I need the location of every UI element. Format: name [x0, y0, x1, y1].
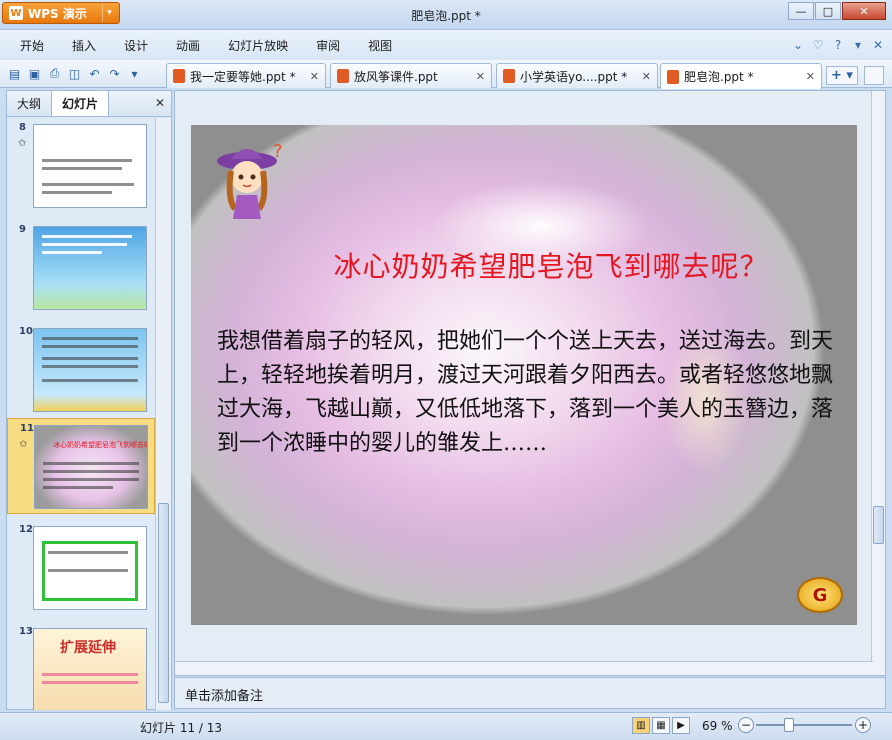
thumbnail-list: 8 ✩ 9 10 11 ✩ 冰心奶奶希望肥皂泡飞到哪去呢？ 12 13 扩展延伸 [7, 118, 155, 710]
undo-icon[interactable]: ↶ [86, 65, 103, 82]
menu-slideshow[interactable]: 幻灯片放映 [214, 37, 302, 54]
zoom-level: 69 % [702, 719, 733, 733]
minimize-button[interactable]: — [788, 2, 814, 20]
maximize-button[interactable]: □ [815, 2, 841, 20]
slideshow-view-icon[interactable]: ▶ [672, 717, 690, 734]
collapse-ribbon-icon[interactable]: ⌄ [790, 37, 806, 53]
slide-counter: 幻灯片 11 / 13 [140, 721, 223, 735]
slide-thumbnail-10[interactable]: 10 [7, 322, 155, 418]
help-icon[interactable]: ? [830, 37, 846, 53]
thumbnail-image: 扩展延伸 [33, 628, 147, 710]
slide-thumbnail-9[interactable]: 9 [7, 220, 155, 316]
tab-bar: ▤ ▣ ⎙ ◫ ↶ ↷ ▾ 我一定要等她.ppt * ✕ 放风筝课件.ppt ✕… [0, 60, 892, 89]
menu-insert[interactable]: 插入 [58, 37, 110, 54]
new-tab-button[interactable]: + ▾ [826, 66, 858, 85]
animation-star-icon: ✩ [19, 439, 28, 450]
editor-vertical-scrollbar[interactable] [871, 91, 885, 675]
menu-animation[interactable]: 动画 [162, 37, 214, 54]
animation-star-icon: ✩ [18, 138, 27, 149]
thumbnail-image [33, 124, 147, 208]
ppt-file-icon [173, 69, 185, 83]
options-icon[interactable]: ▾ [850, 37, 866, 53]
notes-field[interactable]: 单击添加备注 [174, 677, 886, 709]
tab-label: 放风筝课件.ppt [354, 69, 438, 84]
slide-title[interactable]: 冰心奶奶希望肥皂泡飞到哪去呢？ [251, 245, 851, 285]
slide-number: 10 [19, 326, 33, 337]
slide-canvas[interactable]: ? 冰心奶奶希望肥皂泡飞到哪去呢？ 我想借着扇子的轻风，把她们一个个送上天去，送… [191, 125, 857, 625]
editor-horizontal-scrollbar[interactable] [175, 661, 873, 675]
window-title: 肥皂泡.ppt * [411, 9, 481, 23]
slide-number: 13 [19, 626, 33, 637]
menu-review[interactable]: 审阅 [302, 37, 354, 54]
slide-number: 11 [20, 423, 34, 434]
save-icon[interactable]: ▣ [26, 65, 43, 82]
tab-slides[interactable]: 幻灯片 [51, 90, 110, 116]
open-folder-icon[interactable]: ▤ [6, 65, 23, 82]
redo-icon[interactable]: ↷ [106, 65, 123, 82]
slide-number: 8 [19, 122, 26, 133]
thumbnail-image: 冰心奶奶希望肥皂泡飞到哪去呢？ [34, 425, 148, 509]
menu-bar: 开始 插入 设计 动画 幻灯片放映 审阅 视图 ⌄ ♡ ? ▾ ✕ [0, 30, 892, 60]
tab-close-icon[interactable]: ✕ [470, 70, 485, 83]
status-bar: 幻灯片 11 / 13 ▥ ▦ ▶ 69 % − + [0, 712, 892, 740]
menu-design[interactable]: 设计 [110, 37, 162, 54]
go-action-button[interactable]: G [797, 577, 843, 613]
menu-home[interactable]: 开始 [0, 37, 58, 54]
zoom-in-button[interactable]: + [855, 717, 871, 733]
tab-doc-1[interactable]: 我一定要等她.ppt * ✕ [166, 63, 326, 88]
slide-thumbnail-13[interactable]: 13 扩展延伸 [7, 622, 155, 710]
slide-thumbnail-8[interactable]: 8 ✩ [7, 118, 155, 214]
thumbnail-image [33, 328, 147, 412]
slide-editor: ? 冰心奶奶希望肥皂泡飞到哪去呢？ 我想借着扇子的轻风，把她们一个个送上天去，送… [174, 90, 886, 676]
tab-doc-3[interactable]: 小学英语yo....ppt * ✕ [496, 63, 658, 88]
print-preview-icon[interactable]: ◫ [66, 65, 83, 82]
tab-list-button[interactable] [864, 66, 884, 85]
close-window-button[interactable]: ✕ [842, 2, 886, 20]
thumbnail-image [33, 526, 147, 610]
zoom-slider-handle[interactable] [784, 718, 794, 732]
zoom-out-button[interactable]: − [738, 717, 754, 733]
zoom-slider[interactable] [756, 724, 852, 726]
tab-close-icon[interactable]: ✕ [636, 70, 651, 83]
ppt-file-icon [337, 69, 349, 83]
title-bar: W WPS 演示 ▾ 肥皂泡.ppt * — □ ✕ [0, 0, 892, 30]
svg-text:?: ? [273, 141, 283, 162]
tab-doc-2[interactable]: 放风筝课件.ppt ✕ [330, 63, 492, 88]
tab-label: 我一定要等她.ppt * [190, 69, 296, 84]
thumbnail-caption: 扩展延伸 [60, 640, 116, 656]
thumbnail-scrollbar[interactable] [155, 118, 171, 710]
ppt-file-icon [503, 69, 515, 83]
normal-view-icon[interactable]: ▥ [632, 717, 650, 734]
slide-thumbnail-11[interactable]: 11 ✩ 冰心奶奶希望肥皂泡飞到哪去呢？ [7, 418, 155, 514]
customize-toolbar-icon[interactable]: ▾ [126, 65, 143, 82]
mini-close-icon[interactable]: ✕ [870, 37, 886, 53]
sorter-view-icon[interactable]: ▦ [652, 717, 670, 734]
tab-close-icon[interactable]: ✕ [800, 70, 815, 83]
tab-doc-4[interactable]: 肥皂泡.ppt * ✕ [660, 63, 822, 89]
ppt-file-icon [667, 69, 679, 84]
close-panel-icon[interactable]: ✕ [155, 96, 165, 110]
girl-cartoon-icon: ? [217, 141, 283, 219]
tab-close-icon[interactable]: ✕ [304, 70, 319, 83]
tab-outline[interactable]: 大纲 [7, 91, 51, 116]
thumbnail-caption: 冰心奶奶希望肥皂泡飞到哪去呢？ [53, 441, 148, 449]
slide-number: 9 [19, 224, 26, 235]
tab-label: 小学英语yo....ppt * [520, 69, 628, 84]
slide-number: 12 [19, 524, 33, 535]
print-icon[interactable]: ⎙ [46, 65, 63, 82]
thumbnail-image [33, 226, 147, 310]
menu-view[interactable]: 视图 [354, 37, 406, 54]
slide-panel: 大纲 幻灯片 ✕ 8 ✩ 9 10 11 ✩ 冰心奶奶希望肥皂泡飞到哪去呢？ 1… [6, 90, 172, 710]
slide-thumbnail-12[interactable]: 12 [7, 520, 155, 616]
slide-body-text[interactable]: 我想借着扇子的轻风，把她们一个个送上天去，送过海去。到天上，轻轻地挨着明月，渡过… [217, 325, 837, 461]
tab-label: 肥皂泡.ppt * [684, 70, 754, 84]
skin-icon[interactable]: ♡ [810, 37, 826, 53]
